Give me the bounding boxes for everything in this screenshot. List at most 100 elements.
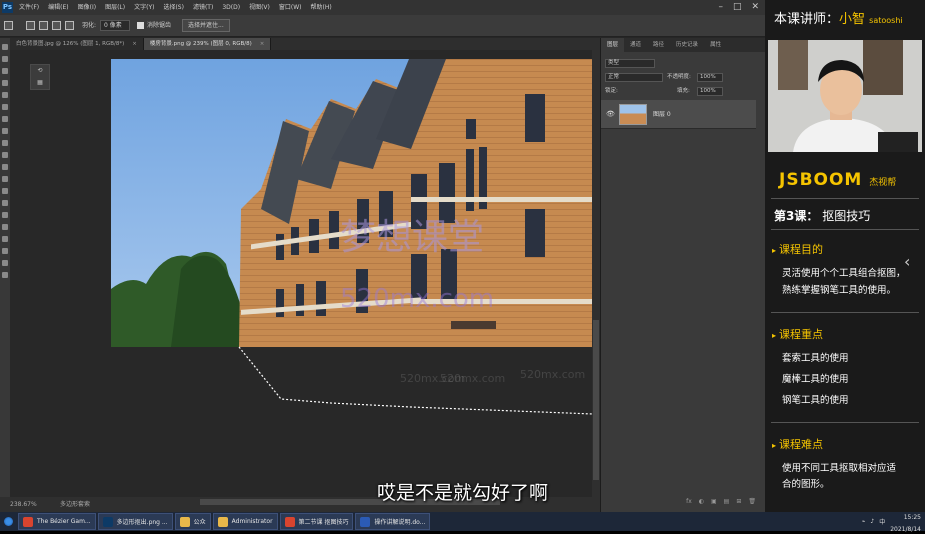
trash-icon[interactable]: 🗑 <box>748 496 756 508</box>
info-icon[interactable]: ▦ <box>31 77 49 89</box>
new-layer-icon[interactable]: ⊞ <box>736 496 741 508</box>
group-icon[interactable]: ▤ <box>724 496 730 508</box>
zoom-tool-icon[interactable] <box>2 272 8 278</box>
menu-view[interactable]: 视图(V) <box>246 0 273 15</box>
move-tool-icon[interactable] <box>2 44 8 50</box>
vertical-scrollbar[interactable] <box>592 50 600 497</box>
marquee-tool-icon[interactable] <box>2 56 8 62</box>
tab-white-background[interactable]: 白色背景图.jpg @ 126% (图层 1, RGB/8*) × <box>10 38 144 50</box>
menu-window[interactable]: 窗口(W) <box>276 0 305 15</box>
history-icon[interactable]: ⟲ <box>31 65 49 77</box>
taskbar-item-folder[interactable]: 公众 <box>174 513 211 530</box>
menu-3d[interactable]: 3D(D) <box>219 0 243 15</box>
taskbar-item-browser[interactable]: The Bézier Gam... <box>18 513 96 530</box>
crop-tool-icon[interactable] <box>2 92 8 98</box>
feather-input[interactable]: 0 像素 <box>100 20 130 31</box>
close-icon[interactable]: × <box>132 41 137 47</box>
minimize-icon[interactable]: – <box>718 0 723 15</box>
tab-paths[interactable]: 路径 <box>647 38 670 52</box>
taskbar-item-word[interactable]: 操作讲解说明.do... <box>355 513 431 530</box>
adjustment-icon[interactable]: ◐ <box>699 496 704 508</box>
clock[interactable]: 15:25 2021/8/14 <box>890 510 921 534</box>
tab-properties[interactable]: 属性 <box>704 38 727 52</box>
start-button[interactable] <box>0 512 16 531</box>
tab-history[interactable]: 历史记录 <box>670 38 704 52</box>
gradient-tool-icon[interactable] <box>2 176 8 182</box>
menu-help[interactable]: 帮助(H) <box>308 0 335 15</box>
teacher-label: 本课讲师： <box>774 12 840 27</box>
type-tool-icon[interactable] <box>2 224 8 230</box>
layer-row[interactable]: 👁 图层 0 <box>601 100 756 129</box>
shape-tool-icon[interactable] <box>2 248 8 254</box>
select-and-mask-button[interactable]: 选择并遮住... <box>182 19 230 32</box>
path-select-tool-icon[interactable] <box>2 236 8 242</box>
divider <box>771 198 919 199</box>
opacity-input[interactable]: 100% <box>697 73 723 82</box>
section-difficulty-line: 使用不同工具抠取相对应适 <box>782 463 897 474</box>
fx-icon[interactable]: fx <box>686 496 692 508</box>
quick-select-tool-icon[interactable] <box>2 80 8 86</box>
eyedropper-tool-icon[interactable] <box>2 104 8 110</box>
chrome-icon <box>23 516 33 527</box>
tab-label: 白色背景图.jpg @ 126% (图层 1, RGB/8*) <box>16 41 125 47</box>
section-difficulty-line: 合的图形。 <box>782 479 830 490</box>
new-selection-icon[interactable] <box>26 21 35 30</box>
menu-filter[interactable]: 滤镜(T) <box>190 0 216 15</box>
eye-icon[interactable]: 👁 <box>606 110 615 118</box>
input-method-icon[interactable]: 中 <box>879 517 885 526</box>
eraser-tool-icon[interactable] <box>2 164 8 170</box>
horizontal-scrollbar[interactable] <box>200 499 500 505</box>
blend-mode-select[interactable]: 正常 <box>605 73 663 82</box>
taskbar-item-photoshop[interactable]: 多边形抠出.png ... <box>97 513 173 530</box>
intersect-selection-icon[interactable] <box>65 21 74 30</box>
options-bar: 羽化: 0 像素 消除锯齿 选择并遮住... <box>0 15 765 37</box>
brush-tool-icon[interactable] <box>2 128 8 134</box>
pen-tool-icon[interactable] <box>2 212 8 218</box>
menu-edit[interactable]: 编辑(E) <box>45 0 71 15</box>
tab-layers[interactable]: 图层 <box>601 38 625 52</box>
stamp-tool-icon[interactable] <box>2 140 8 146</box>
network-icon[interactable]: ⌁ <box>862 518 866 525</box>
layer-name[interactable]: 图层 0 <box>653 100 671 129</box>
maximize-icon[interactable]: □ <box>733 0 742 15</box>
healing-tool-icon[interactable] <box>2 116 8 122</box>
subtract-selection-icon[interactable] <box>52 21 61 30</box>
history-brush-tool-icon[interactable] <box>2 152 8 158</box>
volume-icon[interactable]: ♪ <box>870 518 874 525</box>
mini-panel[interactable]: ⟲ ▦ <box>30 64 50 90</box>
taskbar-item-admin-folder[interactable]: Administrator <box>212 513 278 530</box>
menu-bar: 文件(F) 编辑(E) 图像(I) 图层(L) 文字(Y) 选择(S) 滤镜(T… <box>16 0 335 15</box>
dodge-tool-icon[interactable] <box>2 200 8 206</box>
menu-layer[interactable]: 图层(L) <box>102 0 128 15</box>
layer-filter-select[interactable]: 类型 <box>605 59 655 68</box>
antialias-label: 消除锯齿 <box>147 22 172 29</box>
photoshop-window: Ps 文件(F) 编辑(E) 图像(I) 图层(L) 文字(Y) 选择(S) 滤… <box>0 0 765 512</box>
opacity-label: 不透明度: <box>667 74 691 80</box>
taskbar-item-lesson[interactable]: 第二节课 抠图技巧 <box>279 513 354 530</box>
menu-image[interactable]: 图像(I) <box>75 0 99 15</box>
menu-select[interactable]: 选择(S) <box>160 0 187 15</box>
lasso-tool-preset-icon[interactable] <box>4 21 13 30</box>
menu-type[interactable]: 文字(Y) <box>131 0 157 15</box>
taskbar-label: Administrator <box>231 518 273 525</box>
tools-panel <box>0 38 10 512</box>
chevron-left-icon[interactable]: ‹ <box>904 252 910 271</box>
tab-building[interactable]: 楼房背景.png @ 239% (图层 0, RGB/8) × <box>143 38 272 50</box>
fill-input[interactable]: 100% <box>697 87 723 96</box>
divider <box>771 312 919 313</box>
blur-tool-icon[interactable] <box>2 188 8 194</box>
zoom-level[interactable]: 238.67% <box>10 497 37 512</box>
scroll-thumb[interactable] <box>593 320 599 480</box>
mask-icon[interactable]: ▣ <box>711 496 717 508</box>
antialias-checkbox[interactable] <box>137 22 144 29</box>
hand-tool-icon[interactable] <box>2 260 8 266</box>
close-icon[interactable]: × <box>260 41 265 47</box>
add-selection-icon[interactable] <box>39 21 48 30</box>
section-goal-title: ▸ 课程目的 <box>772 241 823 257</box>
lasso-tool-icon[interactable] <box>2 68 8 74</box>
tab-channels[interactable]: 通道 <box>624 38 647 52</box>
menu-file[interactable]: 文件(F) <box>16 0 42 15</box>
close-icon[interactable]: ✕ <box>751 0 759 15</box>
teacher-name: 小智 <box>839 12 866 27</box>
taskbar-label: 公众 <box>193 519 206 526</box>
